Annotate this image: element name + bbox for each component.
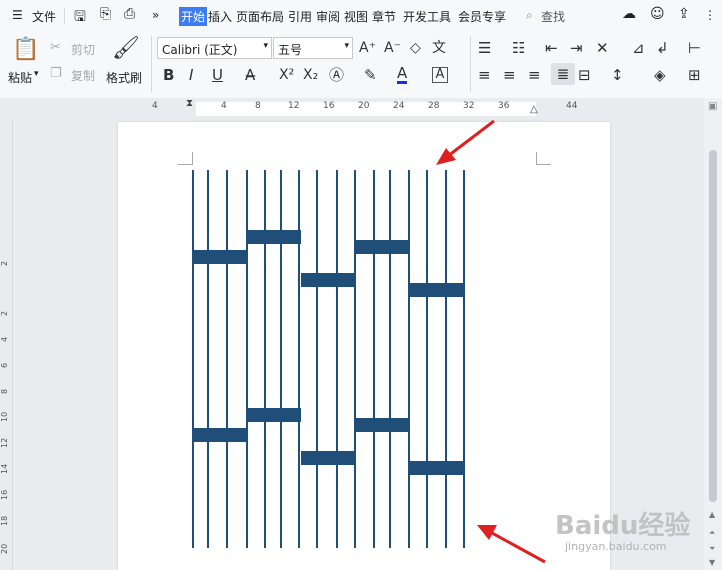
arrow-top-right [436, 119, 495, 165]
arrow-bottom-right [477, 525, 546, 564]
baidu-logo-watermark: Baidu经验 [555, 511, 691, 541]
watermark-url: jingyan.baidu.com [565, 540, 667, 553]
annotation-arrows [436, 119, 546, 564]
